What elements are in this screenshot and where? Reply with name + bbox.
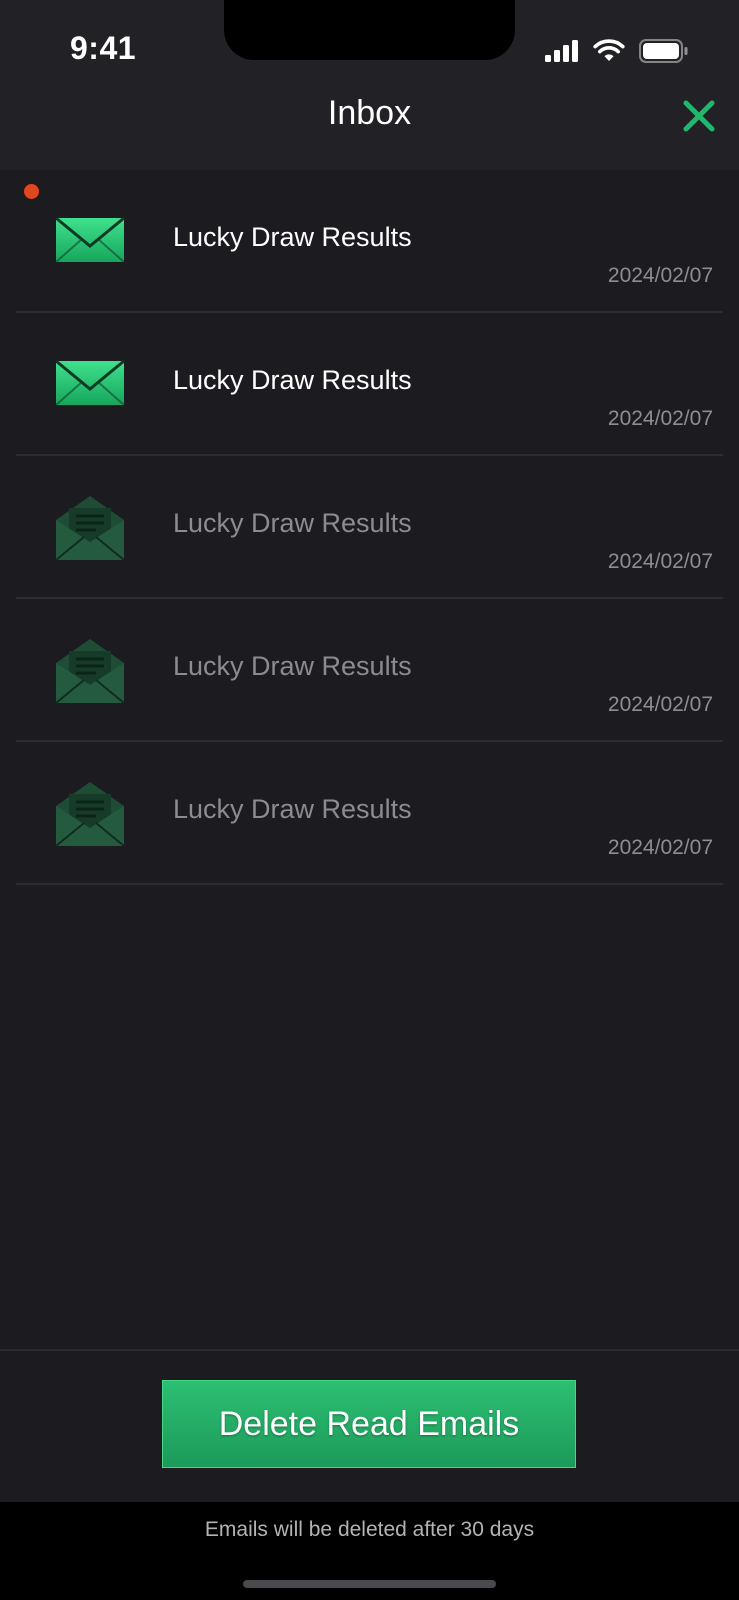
- home-indicator[interactable]: [243, 1580, 496, 1588]
- mail-subject: Lucky Draw Results: [173, 794, 412, 824]
- closed-envelope-icon: [55, 216, 125, 263]
- bottom-divider: [0, 1349, 739, 1351]
- mail-date: 2024/02/07: [607, 550, 713, 573]
- delete-read-emails-button[interactable]: Delete Read Emails: [162, 1380, 576, 1468]
- open-envelope-icon: [55, 496, 125, 561]
- mail-subject: Lucky Draw Results: [173, 365, 412, 395]
- open-envelope-icon: [55, 639, 125, 704]
- mail-list: Lucky Draw Results 2024/02/07 Lucky Draw…: [16, 170, 723, 885]
- retention-note: Emails will be deleted after 30 days: [204, 1518, 535, 1541]
- mail-date: 2024/02/07: [607, 693, 713, 716]
- page-title: Inbox: [327, 94, 412, 132]
- mail-date: 2024/02/07: [607, 407, 713, 430]
- footer-bar: Emails will be deleted after 30 days: [0, 1502, 739, 1600]
- inbox-screen: 9:41 Inbox Lucky Draw Results 2024/02/07…: [0, 0, 739, 1600]
- mail-date: 2024/02/07: [607, 264, 713, 287]
- inbox-header: Inbox: [0, 90, 739, 170]
- mail-item[interactable]: Lucky Draw Results 2024/02/07: [16, 599, 723, 742]
- mail-subject: Lucky Draw Results: [173, 508, 412, 538]
- wifi-icon: [593, 39, 625, 61]
- close-icon: [683, 100, 715, 132]
- mail-subject: Lucky Draw Results: [173, 651, 412, 681]
- signal-icon: [545, 40, 578, 62]
- device-notch: [224, 0, 515, 60]
- new-mail-dot: [24, 184, 39, 199]
- mail-item[interactable]: Lucky Draw Results 2024/02/07: [16, 456, 723, 599]
- mail-item[interactable]: Lucky Draw Results 2024/02/07: [16, 313, 723, 456]
- status-time: 9:41: [70, 30, 137, 66]
- open-envelope-icon: [55, 782, 125, 847]
- close-button[interactable]: [681, 98, 717, 134]
- status-bar: 9:41: [0, 0, 739, 90]
- mail-subject: Lucky Draw Results: [173, 222, 412, 252]
- mail-item[interactable]: Lucky Draw Results 2024/02/07: [16, 742, 723, 885]
- mail-date: 2024/02/07: [607, 836, 713, 859]
- system-icons: [545, 38, 689, 64]
- battery-icon: [639, 39, 688, 63]
- closed-envelope-icon: [55, 359, 125, 406]
- mail-item[interactable]: Lucky Draw Results 2024/02/07: [16, 170, 723, 313]
